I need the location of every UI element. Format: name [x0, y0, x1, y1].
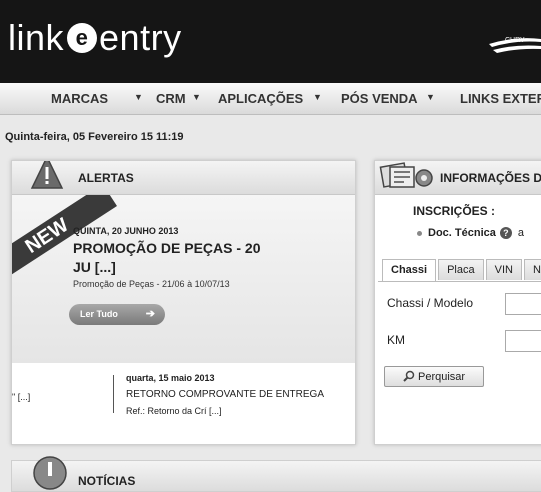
chrysler-wings-icon: CHRY: [489, 37, 541, 53]
alert-divider: [113, 375, 114, 413]
vehicle-info-panel: INFORMAÇÕES DO INSCRIÇÕES : Doc. Técnica…: [374, 160, 541, 445]
alert-item[interactable]: quarta, 15 maio 2013 RETORNO COMPROVANTE…: [126, 373, 354, 416]
previous-alert-snippet[interactable]: " [...]: [12, 375, 112, 425]
doc-tecnica-suffix: a: [517, 227, 524, 239]
warning-icon: [30, 161, 64, 189]
chevron-down-icon[interactable]: ▼: [134, 92, 143, 102]
nav-item-links-externos[interactable]: LINKS EXTERI: [460, 91, 541, 106]
nav-item-crm[interactable]: CRM: [156, 91, 186, 106]
featured-alert-date: QUINTA, 20 JUNHO 2013: [73, 226, 179, 236]
help-icon[interactable]: ?: [499, 227, 512, 239]
tab-vin[interactable]: VIN: [485, 259, 522, 280]
doc-tecnica-label[interactable]: Doc. Técnica: [428, 227, 496, 239]
alert-item-ref: Ref.: Retorno da Crí [...]: [126, 406, 222, 416]
arrow-right-icon: ➔: [145, 308, 155, 320]
previous-alert-text: " [...]: [12, 392, 31, 402]
header-bar: link e entry CHRY: [0, 0, 541, 83]
nav-item-marcas[interactable]: MARCAS: [51, 91, 108, 106]
logo-text-entry: entry: [99, 17, 182, 58]
search-button-label: Perquisar: [417, 371, 466, 383]
alert-item-date: quarta, 15 maio 2013: [126, 373, 215, 383]
doc-tecnica-row[interactable]: Doc. Técnica ? a: [417, 227, 524, 239]
featured-alert-title[interactable]: PROMOÇÃO DE PEÇAS - 20 JU [...]: [73, 239, 273, 277]
tab-n[interactable]: N: [523, 259, 541, 280]
documents-gear-icon: [379, 162, 433, 188]
info-header: INFORMAÇÕES DO: [375, 161, 541, 195]
chevron-down-icon[interactable]: ▼: [426, 92, 435, 102]
search-icon: [403, 370, 415, 382]
alerts-header: ALERTAS: [12, 161, 355, 195]
chevron-down-icon[interactable]: ▼: [192, 92, 201, 102]
chrysler-brand-logo: CHRY: [489, 30, 541, 60]
logo-e-icon: e: [67, 23, 98, 53]
read-more-button[interactable]: Ler Tudo ➔: [69, 304, 165, 325]
tab-placa[interactable]: Placa: [438, 259, 484, 280]
km-label: KM: [387, 333, 405, 347]
bullet-icon: [417, 230, 422, 236]
alerts-title: ALERTAS: [78, 171, 134, 185]
search-tabs: Chassi Placa VIN N: [382, 259, 541, 281]
main-nav: MARCAS ▼ CRM ▼ APLICAÇÕES ▼ PÓS VENDA ▼ …: [0, 83, 541, 115]
search-button[interactable]: Perquisar: [384, 366, 484, 387]
km-input[interactable]: [505, 330, 541, 352]
tab-chassi[interactable]: Chassi: [382, 259, 437, 281]
news-title: NOTÍCIAS: [78, 474, 136, 488]
logo-text-link: link: [8, 17, 65, 58]
tab-divider: [378, 281, 541, 282]
read-more-label: Ler Tudo: [80, 309, 118, 319]
chevron-down-icon[interactable]: ▼: [313, 92, 322, 102]
featured-alert[interactable]: NEW QUINTA, 20 JUNHO 2013 PROMOÇÃO DE PE…: [12, 195, 355, 363]
nav-item-aplicacoes[interactable]: APLICAÇÕES: [218, 91, 303, 106]
info-title: INFORMAÇÕES DO: [440, 171, 541, 185]
brand-text: CHRY: [505, 37, 525, 44]
current-date: Quinta-feira, 05 Fevereiro 15 11:19: [5, 131, 184, 143]
inscricoes-label: INSCRIÇÕES :: [413, 204, 496, 218]
alert-item-title[interactable]: RETORNO COMPROVANTE DE ENTREGA: [126, 389, 354, 400]
alerts-panel: ALERTAS NEW QUINTA, 20 JUNHO 2013 PROMOÇ…: [11, 160, 356, 445]
featured-alert-description: Promoção de Peças - 21/06 à 10/07/13: [73, 279, 230, 289]
chassi-modelo-label: Chassi / Modelo: [387, 296, 474, 310]
linkentry-logo[interactable]: link e entry: [8, 18, 182, 58]
info-alert-icon: [33, 456, 67, 490]
chassi-modelo-input[interactable]: [505, 293, 541, 315]
nav-item-pos-venda[interactable]: PÓS VENDA: [341, 91, 418, 106]
news-panel: NOTÍCIAS: [11, 456, 541, 492]
